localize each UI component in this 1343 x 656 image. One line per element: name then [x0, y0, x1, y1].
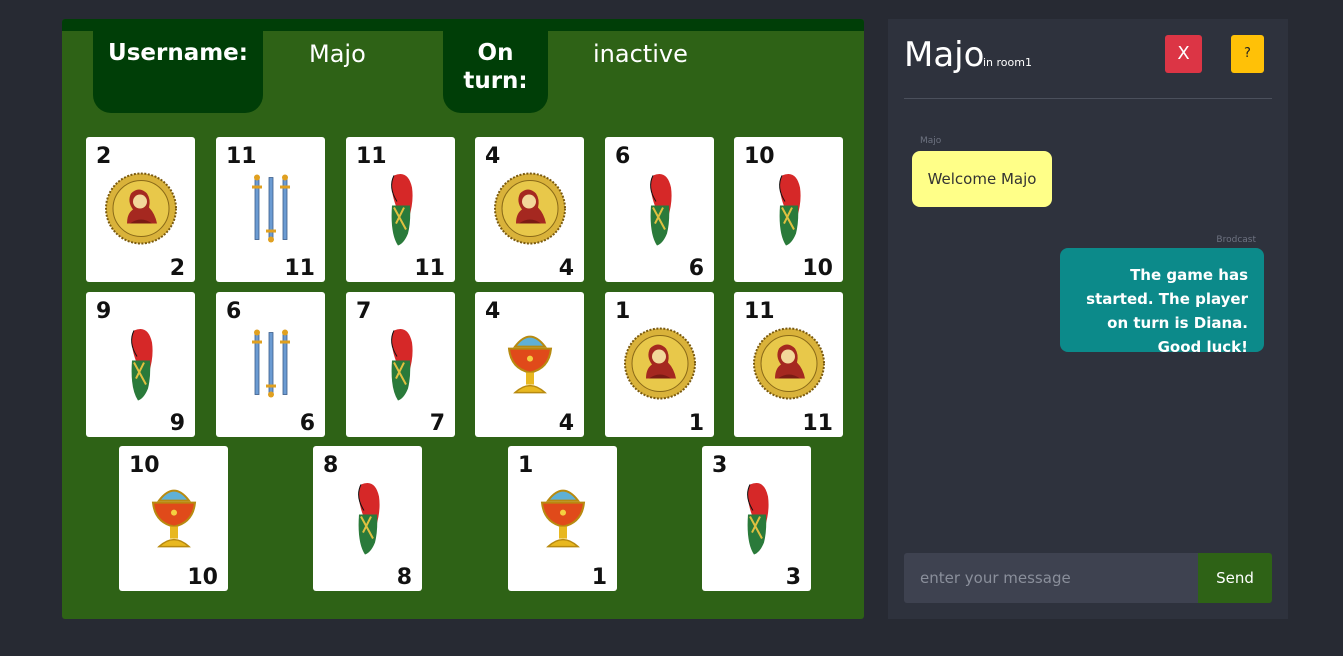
card-value-top: 4 — [485, 299, 501, 324]
playing-card[interactable]: 11 11 — [346, 137, 455, 282]
username-value: Majo — [309, 40, 366, 68]
playing-card[interactable]: 11 11 — [216, 137, 325, 282]
username-label-tab: Username: — [93, 19, 263, 113]
club-icon — [390, 328, 413, 401]
coin-icon — [493, 172, 566, 245]
card-value-bottom: 10 — [187, 565, 218, 590]
playing-card[interactable]: 1 1 — [605, 292, 714, 437]
cup-icon — [151, 489, 196, 547]
close-button[interactable]: X — [1165, 35, 1202, 73]
on-turn-label-tab: On turn: — [443, 19, 548, 113]
playing-card[interactable]: 9 9 — [86, 292, 195, 437]
club-icon — [649, 173, 672, 246]
message-sender: Brodcast — [1216, 235, 1256, 245]
club-icon — [390, 173, 413, 246]
card-value-bottom: 11 — [414, 256, 445, 281]
cup-icon — [540, 489, 585, 547]
card-value-top: 9 — [96, 299, 112, 324]
card-value-top: 2 — [96, 144, 112, 169]
on-turn-value: inactive — [593, 40, 688, 68]
card-value-bottom: 3 — [785, 565, 801, 590]
cup-icon — [507, 335, 552, 393]
card-value-top: 6 — [226, 299, 242, 324]
playing-card[interactable]: 7 7 — [346, 292, 455, 437]
club-icon — [746, 482, 769, 555]
card-value-bottom: 7 — [429, 411, 445, 436]
playing-card[interactable]: 6 6 — [605, 137, 714, 282]
playing-card[interactable]: 3 3 — [702, 446, 811, 591]
card-value-bottom: 10 — [802, 256, 833, 281]
chat-room-label: in room1 — [983, 56, 1032, 69]
card-value-top: 1 — [518, 453, 534, 478]
send-button[interactable]: Send — [1198, 553, 1272, 603]
message-input[interactable] — [904, 553, 1198, 603]
playing-card[interactable]: 4 4 — [475, 292, 584, 437]
card-value-top: 1 — [615, 299, 631, 324]
playing-card[interactable]: 11 11 — [734, 292, 843, 437]
club-icon — [357, 482, 380, 555]
card-value-top: 6 — [615, 144, 631, 169]
club-icon — [130, 328, 153, 401]
card-value-top: 11 — [226, 144, 257, 169]
game-board: Username: Majo On turn: inactive 2 2 11 1… — [62, 19, 864, 619]
chat-panel: Majo in room1 X ? Majo Welcome Majo Brod… — [888, 19, 1288, 619]
card-value-bottom: 2 — [169, 256, 185, 281]
card-value-bottom: 4 — [558, 411, 574, 436]
playing-card[interactable]: 10 10 — [734, 137, 843, 282]
chat-message-user: Welcome Majo — [912, 151, 1052, 207]
on-turn-label: On turn: — [463, 40, 528, 94]
playing-card[interactable]: 6 6 — [216, 292, 325, 437]
card-value-top: 8 — [323, 453, 339, 478]
card-value-top: 11 — [356, 144, 387, 169]
help-button[interactable]: ? — [1231, 35, 1264, 73]
coin-icon — [752, 327, 825, 400]
card-value-top: 10 — [129, 453, 160, 478]
message-sender: Majo — [920, 136, 942, 146]
card-value-bottom: 11 — [802, 411, 833, 436]
card-value-top: 3 — [712, 453, 728, 478]
card-value-top: 7 — [356, 299, 372, 324]
card-value-bottom: 8 — [396, 565, 412, 590]
playing-card[interactable]: 1 1 — [508, 446, 617, 591]
username-label: Username: — [108, 40, 248, 66]
sword-icon — [251, 174, 290, 243]
chat-message-broadcast: The game has started. The player on turn… — [1060, 248, 1264, 356]
coin-icon — [623, 327, 696, 400]
card-value-bottom: 1 — [688, 411, 704, 436]
card-value-top: 10 — [744, 144, 775, 169]
playing-card[interactable]: 2 2 — [86, 137, 195, 282]
card-value-bottom: 6 — [688, 256, 704, 281]
card-value-bottom: 11 — [284, 256, 315, 281]
card-value-top: 11 — [744, 299, 775, 324]
club-icon — [778, 173, 801, 246]
chat-divider — [904, 98, 1272, 99]
playing-card[interactable]: 4 4 — [475, 137, 584, 282]
card-value-bottom: 1 — [591, 565, 607, 590]
card-value-bottom: 9 — [169, 411, 185, 436]
playing-card[interactable]: 8 8 — [313, 446, 422, 591]
playing-card[interactable]: 10 10 — [119, 446, 228, 591]
sword-icon — [251, 329, 290, 398]
chat-title: Majo — [904, 35, 985, 75]
card-value-top: 4 — [485, 144, 501, 169]
coin-icon — [104, 172, 177, 245]
card-value-bottom: 6 — [299, 411, 315, 436]
card-value-bottom: 4 — [558, 256, 574, 281]
